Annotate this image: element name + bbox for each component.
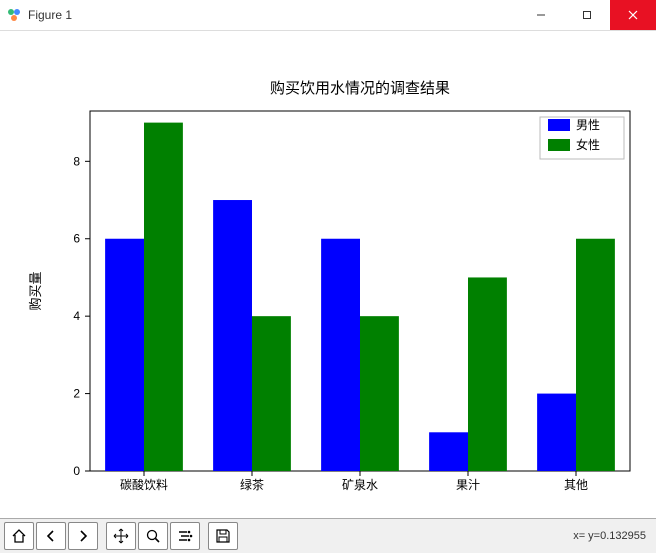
window-titlebar: Figure 1: [0, 0, 656, 31]
y-tick-label: 0: [73, 464, 80, 478]
legend-swatch: [548, 119, 570, 131]
zoom-button[interactable]: [138, 522, 168, 550]
x-tick-label: 其他: [564, 478, 588, 492]
save-button[interactable]: [208, 522, 238, 550]
minimize-button[interactable]: [518, 0, 564, 30]
legend-label: 男性: [576, 118, 600, 132]
bar: [105, 239, 144, 471]
y-tick-label: 6: [73, 232, 80, 246]
app-icon: [6, 7, 22, 23]
bar: [429, 432, 468, 471]
y-tick-label: 2: [73, 387, 80, 401]
forward-button[interactable]: [68, 522, 98, 550]
y-axis-label: 购买量: [28, 271, 43, 310]
close-button[interactable]: [610, 0, 656, 30]
bar: [321, 239, 360, 471]
home-button[interactable]: [4, 522, 34, 550]
bar: [537, 394, 576, 471]
bar: [468, 277, 507, 471]
chart-svg: 购买饮用水情况的调查结果 0 2 4 6 8 购买量碳酸饮料 绿茶 矿泉水 果汁 其他 男性女性: [0, 31, 656, 520]
figure-window: Figure 1 购买饮用水情况的调查结果 0 2 4 6 8 购买量碳酸饮料 绿茶 矿泉水 果汁…: [0, 0, 656, 553]
bar: [252, 316, 291, 471]
x-tick-label: 绿茶: [240, 477, 264, 492]
y-tick-label: 8: [73, 154, 80, 168]
coord-readout: x= y=0.132955: [573, 530, 646, 542]
window-title: Figure 1: [28, 8, 72, 22]
subplots-button[interactable]: [170, 522, 200, 550]
chart-canvas[interactable]: 购买饮用水情况的调查结果 0 2 4 6 8 购买量碳酸饮料 绿茶 矿泉水 果汁 其他 男性女性: [0, 31, 656, 518]
legend-label: 女性: [576, 137, 600, 152]
bar: [144, 123, 183, 471]
bar: [213, 200, 252, 471]
y-tick-label: 4: [73, 309, 80, 323]
chart-title: 购买饮用水情况的调查结果: [270, 80, 450, 97]
pan-button[interactable]: [106, 522, 136, 550]
back-button[interactable]: [36, 522, 66, 550]
maximize-button[interactable]: [564, 0, 610, 30]
legend-swatch: [548, 139, 570, 151]
bar: [576, 239, 615, 471]
x-tick-label: 碳酸饮料: [120, 477, 168, 492]
x-tick-label: 矿泉水: [342, 478, 378, 492]
bar: [360, 316, 399, 471]
matplotlib-toolbar: x= y=0.132955: [0, 518, 656, 553]
x-tick-label: 果汁: [456, 478, 480, 492]
